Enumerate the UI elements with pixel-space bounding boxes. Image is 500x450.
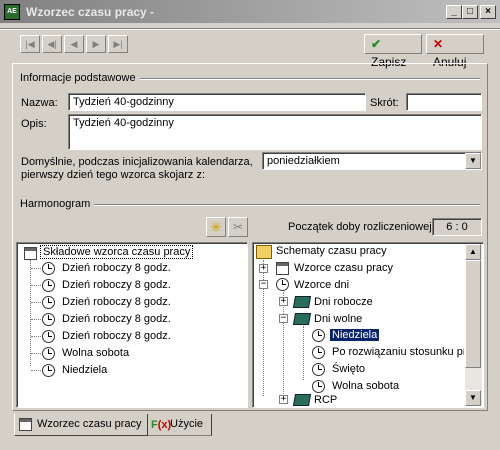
save-button[interactable]: ✔ Zapisz xyxy=(364,34,422,69)
calendar-icon xyxy=(276,262,289,275)
book-icon xyxy=(292,296,312,308)
calendar-icon xyxy=(19,418,32,431)
clock-icon xyxy=(42,313,55,326)
tree-node-free-saturday[interactable]: Wolna sobota xyxy=(332,380,399,392)
first-day-label-line1: Domyślnie, podczas inicjalizowania kalen… xyxy=(21,156,253,168)
tree-line xyxy=(31,336,41,337)
day-start-value[interactable]: 6 : 0 xyxy=(432,218,482,236)
schemas-root[interactable]: Schematy czasu pracy xyxy=(276,245,387,257)
composition-item[interactable]: Niedziela xyxy=(62,364,107,376)
expand-plus-icon[interactable]: + xyxy=(279,297,288,306)
first-in-group-button[interactable]: ◀| xyxy=(42,35,62,53)
cut-icon[interactable]: ✂ xyxy=(228,217,248,237)
tree-line xyxy=(31,370,41,371)
clock-icon xyxy=(312,329,325,342)
next-button[interactable]: ▶ xyxy=(86,35,106,53)
tree-line xyxy=(31,353,41,354)
tree-node-free-days[interactable]: Dni wolne xyxy=(314,313,362,325)
clock-icon xyxy=(42,364,55,377)
tab-pattern[interactable]: Wzorzec czasu pracy xyxy=(14,414,148,436)
clock-icon xyxy=(312,380,325,393)
first-record-button[interactable]: |◀ xyxy=(20,35,40,53)
chevron-down-icon[interactable]: ▼ xyxy=(465,153,481,169)
description-label: Opis: xyxy=(21,118,47,130)
last-record-button[interactable]: ▶| xyxy=(108,35,128,53)
tab-usage-label: Użycie xyxy=(170,418,204,430)
composition-root[interactable]: Składowe wzorca czasu pracy xyxy=(40,245,194,259)
collapse-minus-icon[interactable]: − xyxy=(279,314,288,323)
tree-line xyxy=(303,326,304,380)
function-icon: F(x) xyxy=(151,419,172,431)
clock-icon xyxy=(42,262,55,275)
clock-icon xyxy=(42,279,55,292)
clock-icon xyxy=(276,278,289,291)
description-field[interactable]: Tydzień 40-godzinny xyxy=(68,114,482,150)
first-day-label-line2: pierwszy dzień tego wzorca skojarz z: xyxy=(21,169,206,181)
tree-line xyxy=(31,268,41,269)
tree-node-after-termination[interactable]: Po rozwiązaniu stosunku pra xyxy=(332,346,464,358)
check-icon: ✔ xyxy=(371,37,382,51)
schemas-folder-icon xyxy=(256,245,272,259)
book-icon xyxy=(292,394,312,406)
book-icon xyxy=(292,313,312,325)
clock-icon xyxy=(312,346,325,359)
clock-icon xyxy=(312,363,325,376)
tree-node-day-patterns[interactable]: Wzorce dni xyxy=(294,279,349,291)
close-x-icon: ✕ xyxy=(433,37,444,51)
tree-line xyxy=(31,285,41,286)
name-field[interactable]: Tydzień 40-godzinny xyxy=(68,93,366,111)
scroll-down-icon[interactable]: ▼ xyxy=(465,390,481,406)
composition-item[interactable]: Dzień roboczy 8 godz. xyxy=(62,279,171,291)
first-day-value: poniedziałkiem xyxy=(267,155,340,167)
clock-icon xyxy=(42,347,55,360)
cancel-button[interactable]: ✕ Anuluj xyxy=(426,34,484,69)
composition-item[interactable]: Dzień roboczy 8 godz. xyxy=(62,262,171,274)
tree-node-work-days[interactable]: Dni robocze xyxy=(314,296,373,308)
clock-icon xyxy=(42,330,55,343)
tree-line xyxy=(31,319,41,320)
collapse-minus-icon[interactable]: − xyxy=(259,280,268,289)
expand-plus-icon[interactable]: + xyxy=(279,395,288,404)
minimize-button[interactable]: _ xyxy=(446,5,462,19)
short-label: Skrót: xyxy=(370,97,399,109)
section-title-basic: Informacje podstawowe xyxy=(20,72,140,84)
calendar-icon xyxy=(24,247,37,260)
tree-line xyxy=(31,302,41,303)
tree-node-patterns[interactable]: Wzorce czasu pracy xyxy=(294,262,393,274)
section-title-schedule: Harmonogram xyxy=(20,198,95,210)
expand-plus-icon[interactable]: + xyxy=(259,264,268,273)
scroll-thumb[interactable] xyxy=(465,260,481,368)
composition-item[interactable]: Dzień roboczy 8 godz. xyxy=(62,296,171,308)
first-day-select[interactable]: poniedziałkiem xyxy=(262,152,482,170)
clock-icon xyxy=(42,296,55,309)
name-label: Nazwa: xyxy=(21,97,58,109)
tree-node-holiday[interactable]: Święto xyxy=(332,363,365,375)
add-star-icon[interactable]: ✳ xyxy=(206,217,226,237)
short-field[interactable] xyxy=(406,93,482,111)
toolbar-divider-light xyxy=(0,29,500,30)
tree-node-sunday-selected[interactable]: Niedziela xyxy=(330,329,380,341)
tree-node-rcp[interactable]: RCP xyxy=(314,394,337,406)
tab-pattern-label: Wzorzec czasu pracy xyxy=(37,418,142,430)
composition-item[interactable]: Dzień roboczy 8 godz. xyxy=(62,313,171,325)
calendar-app-icon: AE xyxy=(4,4,20,20)
scroll-up-icon[interactable]: ▲ xyxy=(465,244,481,260)
maximize-button[interactable]: □ xyxy=(462,5,478,19)
tree-line xyxy=(283,292,284,396)
composition-item[interactable]: Dzień roboczy 8 godz. xyxy=(62,330,171,342)
previous-button[interactable]: ◀ xyxy=(64,35,84,53)
title-bar: AE Wzorzec czasu pracy - _ □ × xyxy=(0,0,500,24)
day-start-label: Początek doby rozliczeniowej xyxy=(288,221,432,233)
tree-line xyxy=(30,260,31,366)
tab-usage[interactable]: F(x) Użycie xyxy=(148,414,212,436)
window-title: Wzorzec czasu pracy - xyxy=(26,5,155,19)
close-button[interactable]: × xyxy=(480,5,496,19)
composition-item[interactable]: Wolna sobota xyxy=(62,347,129,359)
